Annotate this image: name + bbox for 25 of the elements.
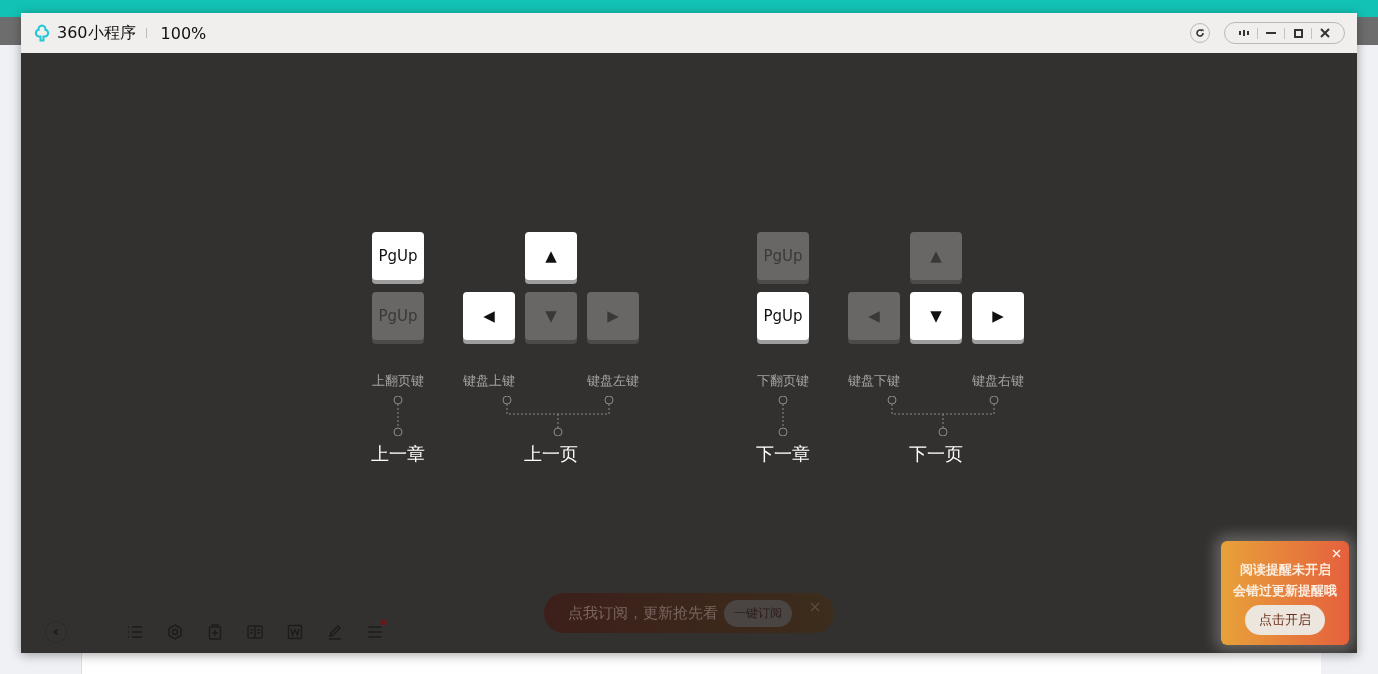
minimize-icon [1266, 32, 1276, 34]
key-caption: 键盘下键 [848, 372, 900, 390]
window-title: 360小程序 [57, 22, 136, 44]
refresh-button[interactable] [1190, 23, 1210, 43]
close-icon[interactable] [810, 602, 820, 612]
key-caption: 键盘右键 [972, 372, 1024, 390]
key-caption: 键盘左键 [587, 372, 639, 390]
action-title: 下一页 [909, 442, 963, 466]
key-caption: 上翻页键 [372, 372, 424, 390]
reminder-text: 阅读提醒未开启 [1239, 561, 1331, 579]
subscribe-text: 点我订阅，更新抢先看 [568, 603, 718, 623]
bars-icon [1239, 30, 1249, 36]
zoom-level: 100% [160, 23, 207, 43]
action-title: 上一页 [524, 442, 578, 466]
reminder-text: 会错过更新提醒哦 [1233, 582, 1337, 600]
enable-button[interactable]: 点击开启 [1245, 605, 1325, 635]
refresh-icon [1195, 28, 1205, 38]
close-icon [1320, 28, 1330, 38]
action-title: 上一章 [371, 442, 425, 466]
connector-drawing [393, 396, 403, 436]
maximize-icon [1293, 28, 1303, 38]
connector-drawing [778, 396, 788, 436]
key-caption: 键盘上键 [463, 372, 515, 390]
key-caption: 下翻页键 [757, 372, 809, 390]
action-title: 下一章 [756, 442, 810, 466]
